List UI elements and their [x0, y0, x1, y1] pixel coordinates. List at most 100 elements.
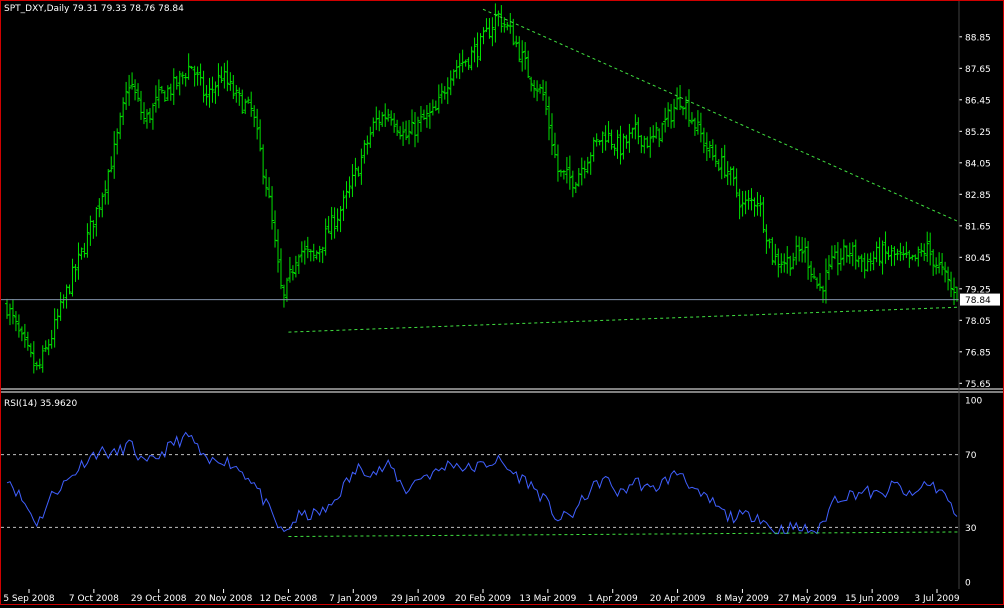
ohlc-bar — [529, 76, 534, 92]
rsi-tick-label: 0 — [965, 579, 971, 589]
ohlc-bar — [469, 46, 474, 71]
ohlc-bar — [564, 157, 569, 184]
ohlc-bar — [570, 170, 575, 198]
ohlc-bar — [97, 198, 102, 218]
ohlc-bar — [520, 40, 525, 72]
ohlc-bar — [675, 87, 680, 111]
ohlc-bar — [281, 284, 286, 308]
rsi-panel-header: RSI(14) 35.9620 — [4, 399, 77, 409]
ohlc-bar — [412, 112, 417, 148]
price-tick-label: 84.05 — [965, 159, 991, 169]
ohlc-bar — [356, 166, 361, 177]
ohlc-bar — [293, 255, 298, 278]
ohlc-bar — [460, 49, 465, 73]
support-trendline — [288, 531, 960, 537]
ohlc-bar — [826, 255, 831, 280]
ohlc-bar — [401, 121, 406, 146]
ohlc-bar — [433, 100, 438, 111]
time-tick-label: 13 Mar 2009 — [519, 594, 576, 604]
ohlc-bar — [85, 223, 90, 258]
ohlc-bar — [317, 245, 322, 263]
ohlc-bar — [785, 246, 790, 274]
ohlc-bar — [332, 207, 337, 239]
time-axis: 5 Sep 2008 7 Oct 2008 29 Oct 2008 20 Nov 20… — [3, 589, 960, 604]
ohlc-bar — [695, 110, 700, 135]
ohlc-bar — [19, 326, 24, 342]
ohlc-bar — [803, 237, 808, 263]
ohlc-bar — [153, 85, 158, 113]
ohlc-bar — [305, 236, 310, 259]
price-tick-label: 88.85 — [965, 33, 991, 43]
ohlc-bar — [558, 169, 563, 177]
ohlc-bar — [710, 139, 715, 161]
ohlc-bar — [192, 65, 197, 87]
price-tick-label: 75.65 — [965, 380, 991, 390]
ohlc-bar — [392, 113, 397, 133]
ohlc-bar — [657, 128, 662, 148]
chart-canvas[interactable]: 88.85 87.65 86.45 85.25 84.05 82.85 81.65 80.45… — [1, 1, 1003, 604]
price-tick-label: 87.65 — [965, 65, 991, 75]
ohlc-bar — [871, 251, 876, 271]
ohlc-bar — [603, 125, 608, 151]
ohlc-bar — [177, 70, 182, 96]
ohlc-bar — [418, 105, 423, 132]
ohlc-bar — [490, 17, 495, 47]
ohlc-bar — [591, 137, 596, 162]
support-trendline — [288, 306, 960, 333]
ohlc-bar — [880, 240, 885, 275]
rsi-line — [6, 431, 958, 535]
ohlc-bar — [466, 57, 471, 70]
current-price-marker: 78.84 — [960, 293, 1000, 306]
ohlc-bar — [16, 314, 21, 338]
ohlc-bar — [25, 331, 30, 351]
ohlc-bar — [823, 258, 828, 304]
ohlc-bar — [207, 77, 212, 108]
ohlc-bar — [341, 190, 346, 221]
ohlc-bar — [544, 81, 549, 116]
ohlc-bar — [838, 248, 843, 271]
ohlc-bar — [284, 277, 289, 302]
price-tick-label: 80.45 — [965, 254, 991, 264]
ohlc-bar — [323, 218, 328, 256]
ohlc-bar — [949, 271, 954, 298]
time-tick-label: 8 May 2009 — [716, 594, 769, 604]
rsi-tick-label: 30 — [965, 524, 977, 534]
ohlc-bar — [380, 111, 385, 127]
ohlc-bar — [585, 156, 590, 174]
ohlc-bar — [934, 257, 939, 275]
ohlc-bar — [615, 129, 620, 159]
ohlc-bar — [743, 190, 748, 215]
ohlc-bar — [40, 345, 45, 373]
ohlc-bar — [22, 323, 27, 348]
ohlc-bar — [58, 292, 63, 321]
ohlc-bar — [535, 80, 540, 102]
resistance-trendline — [482, 8, 960, 223]
ohlc-bar — [287, 256, 292, 283]
ohlc-bar — [130, 72, 135, 90]
ohlc-bar — [547, 96, 552, 141]
ohlc-bar — [898, 242, 903, 262]
ohlc-bar — [353, 157, 358, 187]
ohlc-bar — [43, 340, 48, 352]
ohlc-bar — [847, 242, 852, 264]
rsi-level-lines — [1, 454, 959, 528]
ohlc-bar — [115, 128, 120, 155]
ohlc-bar — [195, 66, 200, 86]
time-tick-label: 5 Sep 2008 — [3, 594, 55, 604]
ohlc-bar — [701, 127, 706, 154]
ohlc-bar — [454, 59, 459, 79]
ohlc-bar — [362, 140, 367, 164]
ohlc-bar — [886, 246, 891, 261]
ohlc-bar — [359, 148, 364, 185]
ohlc-bar — [776, 248, 781, 278]
ohlc-bar — [892, 246, 897, 266]
ohlc-bar — [639, 134, 644, 154]
ohlc-bar — [213, 81, 218, 104]
ohlc-bar — [523, 42, 528, 70]
ohlc-bar — [350, 164, 355, 198]
ohlc-bar — [222, 62, 227, 89]
time-tick-label: 29 Oct 2008 — [131, 594, 187, 604]
ohlc-bar — [758, 194, 763, 217]
ohlc-bar — [395, 119, 400, 136]
ohlc-bar — [219, 66, 224, 83]
